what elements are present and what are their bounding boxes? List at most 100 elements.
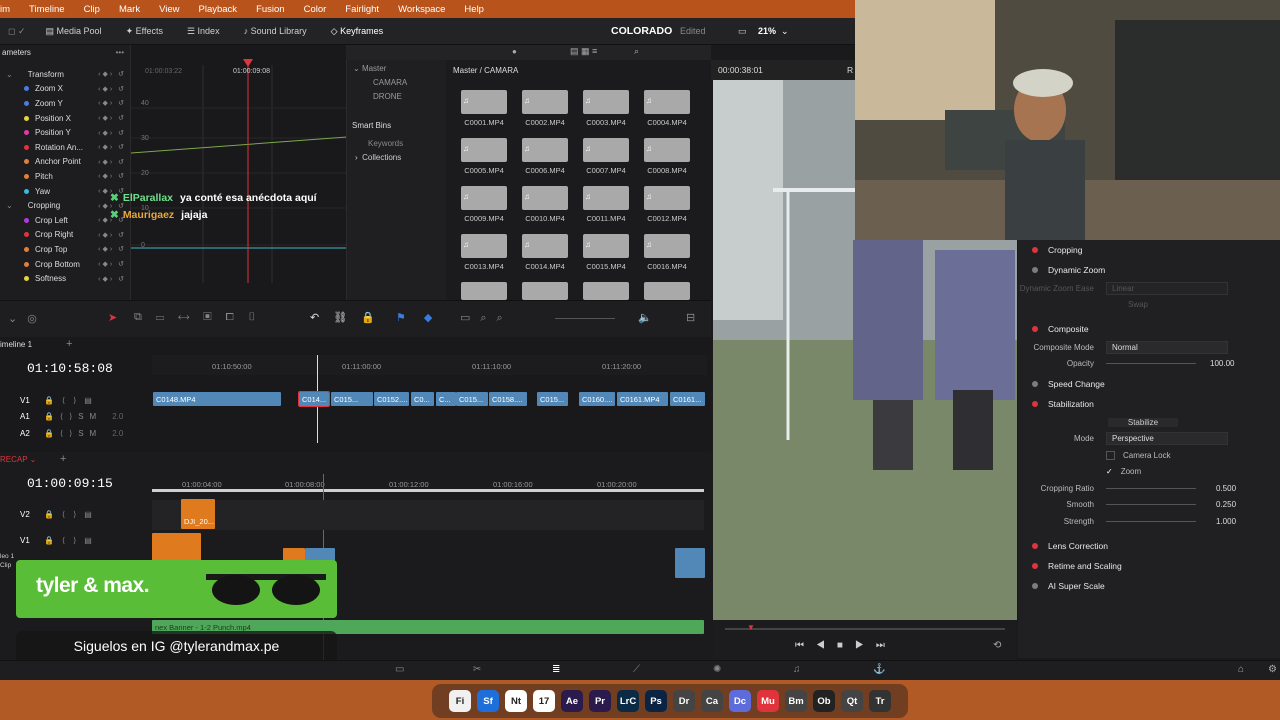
bin-master[interactable]: ⌄ Master [347,60,446,73]
enable-dot-icon[interactable] [1032,247,1038,253]
clip-thumbnail[interactable]: ♫ [461,234,507,258]
cropping-ratio-value[interactable]: 0.500 [1216,484,1236,493]
timeline-tab[interactable]: imeline 1 [0,340,32,349]
section-stabilization[interactable]: Stabilization [1018,394,1280,414]
upper-ruler[interactable]: 01:10:50:00 01:11:00:00 01:11:10:00 01:1… [152,355,707,375]
mode-dropdown[interactable]: Perspective [1106,432,1228,446]
clip-v1-blue-end[interactable] [675,548,705,578]
menu-item-fusion[interactable]: Fusion [256,4,285,15]
opacity-slider[interactable] [1106,363,1196,365]
parameter-row[interactable]: Pitch ‹◆› ↺ [0,169,130,184]
clip-thumbnail[interactable]: ♫ [644,138,690,162]
clip-thumbnail[interactable]: ♫ [644,90,690,114]
timeline-clip[interactable]: C015... [456,392,488,406]
curve-color-dot-icon[interactable] [24,261,29,267]
clip-thumbnail[interactable]: ♫ [583,234,629,258]
keyframe-controls[interactable]: ‹◆› ↺ [98,129,126,137]
dock-app-icon[interactable]: Nt [505,690,527,712]
clip-thumbnail[interactable]: ♫ [644,186,690,210]
more-icon[interactable]: ••• [116,48,124,57]
index-button[interactable]: ☰ Index [187,26,220,37]
viewer-playhead-icon[interactable]: ▼ [747,623,755,632]
camera-lock-checkbox[interactable] [1106,450,1115,460]
enable-dot-icon[interactable] [1032,562,1038,569]
clip-thumbnail[interactable] [522,282,568,300]
selection-tool-icon[interactable]: ➤ [108,311,117,324]
curve-color-dot-icon[interactable] [24,217,29,223]
timeline-clip[interactable]: C0158.... [489,392,527,406]
dock-app-icon[interactable]: Ps [645,690,667,712]
snap-link-icons[interactable]: ↶⛓🔒 [310,311,389,324]
curve-color-dot-icon[interactable] [24,232,29,238]
keyframe-controls[interactable]: ‹◆› ↺ [98,245,126,253]
clip-v2-dji[interactable]: DJI_20... [181,499,215,529]
zoom-checkbox[interactable]: ✓ [1106,467,1113,476]
timeline-clip[interactable]: C0160.... [579,392,615,406]
zoom-level[interactable]: 21% [758,26,776,36]
curve-color-dot-icon[interactable] [24,276,29,282]
section-cropping[interactable]: Cropping [1018,240,1280,260]
curve-color-dot-icon[interactable] [24,159,29,165]
curve-color-dot-icon[interactable] [24,100,29,106]
media-pool-button[interactable]: ▤ Media Pool [46,26,102,37]
enable-dot-icon[interactable] [1032,326,1038,332]
cropping-ratio-slider[interactable] [1106,487,1196,489]
section-lens-correction[interactable]: Lens Correction [1018,536,1280,556]
dock-app-icon[interactable]: Fi [449,690,471,712]
track-controls-icons[interactable]: 🔒⟨⟩▤ [44,510,100,519]
menu-item-playback[interactable]: Playback [199,4,238,15]
dock-app-icon[interactable]: Ae [561,690,583,712]
menu-item-color[interactable]: Color [304,4,327,15]
curve-color-dot-icon[interactable] [24,130,29,136]
settings-icon[interactable]: ⚙ [1268,664,1277,675]
effects-button[interactable]: ✦ Effects [126,26,163,37]
keyframes-button[interactable]: ◇ Keyframes [331,26,383,37]
section-dynamic-zoom[interactable]: Dynamic Zoom [1018,260,1280,280]
clip-thumbnail[interactable]: ♫ [583,138,629,162]
cut-page-icon[interactable]: ✂ [473,664,481,675]
keyframe-controls[interactable]: ‹◆› ↺ [98,275,126,283]
sound-library-button[interactable]: ♪ Sound Library [244,26,307,36]
enable-dot-icon[interactable] [1032,401,1038,407]
menu-item-clip[interactable]: Clip [84,4,100,15]
add-timeline-icon[interactable]: + [66,338,72,350]
stabilize-button[interactable]: Stabilize [1108,417,1178,427]
parameter-row[interactable]: Position X ‹◆› ↺ [0,111,130,126]
composite-mode-dropdown[interactable]: Normal [1106,340,1228,354]
curve-color-dot-icon[interactable] [24,246,29,252]
recap-tab[interactable]: RECAP ⌄ [0,455,36,464]
section-retime-scaling[interactable]: Retime and Scaling [1018,556,1280,576]
home-icon[interactable]: ⌂ [1238,664,1244,675]
deliver-page-icon[interactable]: ⚓ [873,664,885,675]
keyframe-controls[interactable]: ‹◆› ↺ [98,260,126,268]
keyframe-controls[interactable]: ‹◆› ↺ [98,143,126,151]
menu-item-view[interactable]: View [159,4,179,15]
dock-app-icon[interactable]: Sf [477,690,499,712]
clip-thumbnail[interactable]: ♫ [461,186,507,210]
dock-app-icon[interactable]: Mu [757,690,779,712]
dock-app-icon[interactable]: Ca [701,690,723,712]
track-controls-icons[interactable]: 🔒⟨⟩▤ [44,536,100,545]
collapse-chevron-icon[interactable]: ⌄ [6,201,13,210]
keyframe-controls[interactable]: ‹◆› ↺ [98,158,126,166]
clip-thumbnail[interactable]: ♫ [522,186,568,210]
flag-marker-icons[interactable]: ⚑◆ [396,311,450,324]
menu-item-im[interactable]: im [0,4,10,15]
loop-icon[interactable]: ⟲ [993,640,1001,651]
clip-thumbnail[interactable]: ♫ [461,138,507,162]
parameter-row[interactable]: Rotation An... ‹◆› ↺ [0,140,130,155]
dock-app-icon[interactable]: Dc [729,690,751,712]
menu-item-timeline[interactable]: Timeline [29,4,65,15]
bin-keywords[interactable]: Keywords [347,130,446,148]
timeline-clip[interactable]: C015... [331,392,373,406]
edit-tools-icons[interactable]: ⌄◎ [8,312,47,325]
bin-drone[interactable]: DRONE [347,87,446,101]
keyframe-controls[interactable]: ‹◆› ↺ [98,231,126,239]
zoom-tools-icons[interactable]: ▭⌕⌕ [460,311,513,325]
dock-app-icon[interactable]: LrC [617,690,639,712]
transport-controls[interactable]: ⏮◀■▶⏭ [795,640,897,651]
curve-color-dot-icon[interactable] [24,144,29,150]
fusion-page-icon[interactable]: ⟋ [633,664,640,675]
dock-app-icon[interactable]: Ob [813,690,835,712]
parameter-row[interactable]: Crop Right ‹◆› ↺ [0,228,130,243]
